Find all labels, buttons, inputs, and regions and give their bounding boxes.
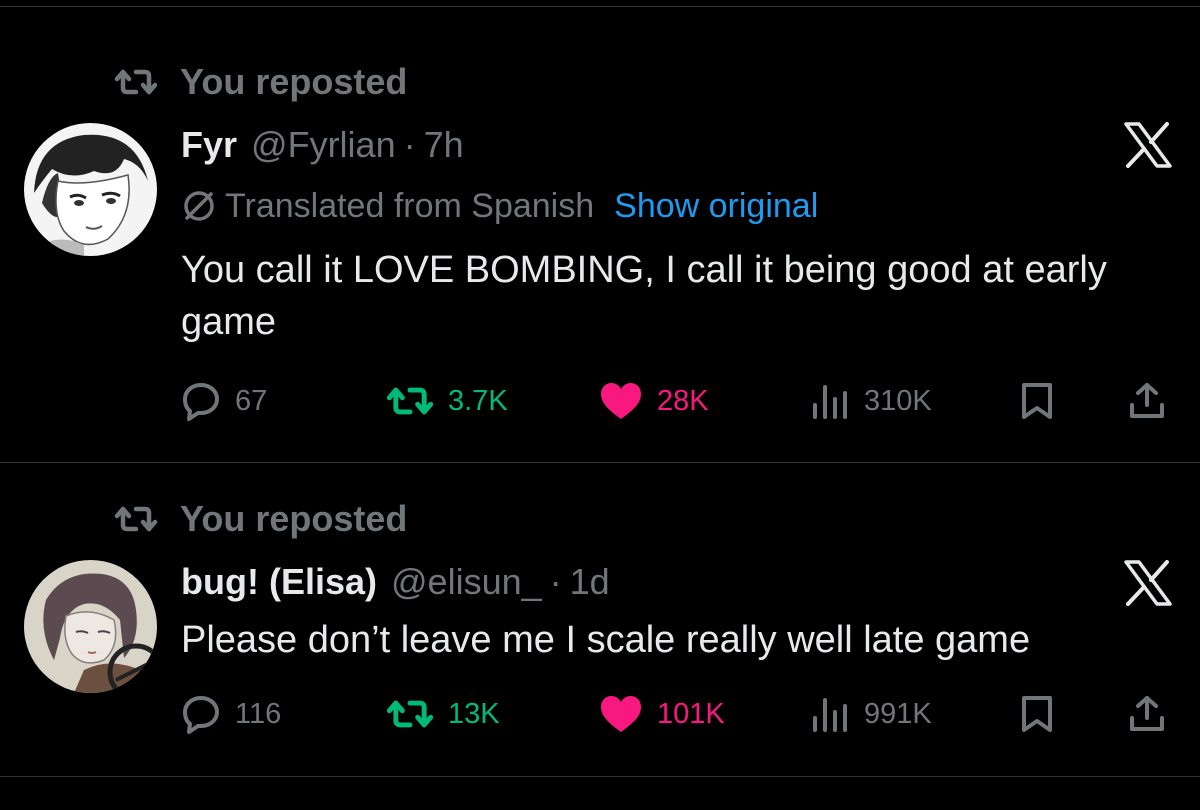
like-count: 101K bbox=[657, 697, 725, 730]
user-handle[interactable]: @Fyrlian bbox=[251, 124, 396, 166]
reply-count: 116 bbox=[235, 697, 282, 730]
repost-button[interactable]: 13K bbox=[386, 690, 500, 738]
action-bar: 116 13K 101K 991K bbox=[181, 690, 1171, 738]
post-time[interactable]: 7h bbox=[424, 124, 464, 166]
bookmark-button[interactable] bbox=[1019, 690, 1069, 738]
user-handle[interactable]: @elisun_ bbox=[391, 561, 542, 603]
post-time[interactable]: 1d bbox=[570, 561, 610, 603]
reply-icon bbox=[183, 696, 219, 734]
display-name[interactable]: Fyr bbox=[181, 124, 237, 166]
repost-count: 3.7K bbox=[448, 384, 508, 417]
x-logo-icon bbox=[1124, 560, 1172, 606]
views-button[interactable]: 991K bbox=[810, 690, 932, 738]
share-icon bbox=[1130, 696, 1164, 731]
x-logo-icon bbox=[1124, 122, 1172, 168]
action-bar: 67 3.7K 28K 310K bbox=[181, 377, 1171, 425]
views-icon bbox=[813, 698, 847, 732]
translation-notice: Translated from Spanish Show original bbox=[181, 184, 818, 228]
show-original-link[interactable]: Show original bbox=[614, 187, 818, 226]
post-header: bug! (Elisa) @elisun_ · 1d bbox=[181, 558, 610, 606]
like-button[interactable]: 101K bbox=[599, 690, 725, 738]
translate-icon bbox=[184, 191, 214, 221]
post-text: You call it LOVE BOMBING, I call it bein… bbox=[181, 249, 1107, 343]
view-count: 310K bbox=[864, 384, 932, 417]
reply-icon bbox=[183, 383, 219, 421]
avatar[interactable] bbox=[24, 123, 157, 256]
heart-icon bbox=[601, 696, 641, 732]
separator-dot: · bbox=[403, 124, 416, 165]
repost-icon bbox=[386, 387, 434, 415]
repost-context: You reposted bbox=[114, 498, 408, 539]
repost-label: You reposted bbox=[180, 61, 408, 102]
repost-context: You reposted bbox=[114, 61, 408, 102]
views-button[interactable]: 310K bbox=[810, 377, 932, 425]
repost-icon bbox=[386, 700, 434, 728]
post-text: Please don’t leave me I scale really wel… bbox=[181, 619, 1031, 661]
reply-count: 67 bbox=[235, 384, 268, 417]
bookmark-icon bbox=[1022, 383, 1052, 419]
share-icon bbox=[1130, 383, 1164, 418]
post-divider bbox=[0, 462, 1200, 463]
repost-count: 13K bbox=[448, 697, 500, 730]
bookmark-icon bbox=[1022, 696, 1052, 732]
share-button[interactable] bbox=[1127, 690, 1181, 738]
translation-label: Translated from Spanish bbox=[225, 186, 595, 225]
heart-icon bbox=[601, 383, 641, 419]
bookmark-button[interactable] bbox=[1019, 377, 1069, 425]
like-button[interactable]: 28K bbox=[599, 377, 709, 425]
post-header: Fyr @Fyrlian · 7h bbox=[181, 121, 464, 169]
repost-label: You reposted bbox=[180, 498, 408, 539]
avatar[interactable] bbox=[24, 560, 157, 693]
like-count: 28K bbox=[657, 384, 709, 417]
share-button[interactable] bbox=[1127, 377, 1181, 425]
views-icon bbox=[813, 385, 847, 419]
separator-dot: · bbox=[549, 561, 562, 602]
display-name[interactable]: bug! (Elisa) bbox=[181, 561, 377, 603]
repost-icon bbox=[114, 69, 158, 95]
top-divider bbox=[0, 6, 1200, 7]
repost-button[interactable]: 3.7K bbox=[386, 377, 508, 425]
reply-button[interactable]: 116 bbox=[181, 690, 281, 738]
bottom-divider bbox=[0, 776, 1200, 777]
view-count: 991K bbox=[864, 697, 932, 730]
reply-button[interactable]: 67 bbox=[181, 377, 267, 425]
repost-icon bbox=[114, 506, 158, 532]
